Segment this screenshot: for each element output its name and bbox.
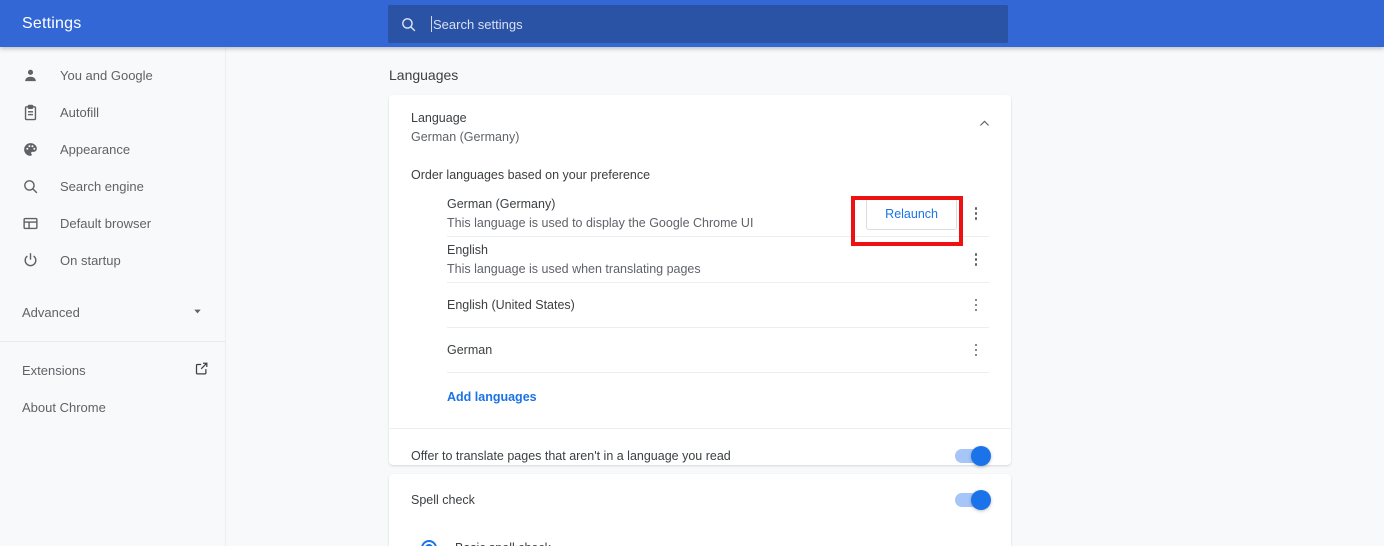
- sidebar-item-appearance[interactable]: Appearance: [0, 131, 225, 168]
- kebab-menu-icon[interactable]: [963, 335, 989, 365]
- sidebar-item-extensions[interactable]: Extensions: [0, 352, 225, 389]
- kebab-menu-icon[interactable]: [963, 199, 989, 229]
- table-row[interactable]: English (United States): [447, 283, 989, 328]
- search-settings-field[interactable]: Search settings: [388, 5, 1008, 43]
- language-description: This language is used to display the Goo…: [447, 216, 754, 230]
- chevron-down-icon: [192, 304, 203, 322]
- offer-translate-label: Offer to translate pages that aren't in …: [411, 448, 731, 463]
- language-row-texts: English (United States): [447, 292, 957, 318]
- sidebar-advanced-label: Advanced: [22, 305, 80, 320]
- language-name: German: [447, 343, 493, 357]
- toggle-knob: [971, 490, 991, 510]
- kebab-menu-icon[interactable]: [963, 290, 989, 320]
- palette-icon: [22, 141, 44, 158]
- sidebar-item-label: Extensions: [22, 363, 86, 378]
- sidebar-divider: [0, 341, 226, 342]
- browser-window-icon: [22, 215, 44, 232]
- sidebar-item-autofill[interactable]: Autofill: [0, 94, 225, 131]
- sidebar-item-advanced[interactable]: Advanced: [0, 294, 225, 331]
- search-icon: [400, 16, 417, 33]
- sidebar-item-default-browser[interactable]: Default browser: [0, 205, 225, 242]
- spell-check-toggle[interactable]: [955, 490, 991, 510]
- language-row-texts: German (Germany) This language is used t…: [447, 191, 866, 236]
- collapse-language-button[interactable]: [973, 115, 995, 137]
- basic-spell-check-label: Basic spell check: [455, 541, 551, 546]
- spell-check-label: Spell check: [411, 493, 475, 507]
- language-card-header: Language German (Germany): [389, 95, 1011, 144]
- top-app-bar: Settings Search settings: [0, 0, 1384, 47]
- settings-content-area: Languages Language German (Germany) Orde…: [226, 47, 1384, 546]
- sidebar-item-on-startup[interactable]: On startup: [0, 242, 225, 279]
- order-languages-label: Order languages based on your preference: [411, 168, 651, 182]
- search-placeholder: Search settings: [433, 16, 523, 32]
- table-row[interactable]: English This language is used when trans…: [447, 237, 989, 283]
- settings-sidebar: You and Google Autofill Appearance Searc…: [0, 47, 226, 546]
- language-row-actions: [957, 245, 989, 275]
- sidebar-item-you-and-google[interactable]: You and Google: [0, 57, 225, 94]
- sidebar-item-label: On startup: [60, 253, 121, 268]
- language-label: Language: [411, 111, 467, 125]
- sidebar-item-label: About Chrome: [22, 400, 106, 415]
- person-icon: [22, 67, 44, 84]
- table-row[interactable]: German (Germany) This language is used t…: [447, 191, 989, 237]
- language-row-texts: English This language is used when trans…: [447, 237, 957, 282]
- page-title: Languages: [389, 67, 459, 83]
- language-row-actions: [957, 335, 989, 365]
- spell-check-row[interactable]: Spell check: [389, 474, 1011, 526]
- language-value: German (Germany): [411, 130, 520, 144]
- app-title: Settings: [22, 14, 82, 32]
- power-icon: [22, 252, 44, 269]
- clipboard-icon: [22, 104, 44, 121]
- language-name: German (Germany): [447, 197, 556, 211]
- language-description: This language is used when translating p…: [447, 262, 701, 276]
- sidebar-nav-list: You and Google Autofill Appearance Searc…: [0, 47, 225, 279]
- language-row-actions: Relaunch: [866, 197, 989, 230]
- language-card: Language German (Germany) Order language…: [389, 95, 1011, 466]
- basic-spell-check-radio[interactable]: [421, 540, 437, 546]
- language-row-texts: German: [447, 337, 957, 363]
- basic-spell-check-row[interactable]: Basic spell check: [389, 526, 1011, 546]
- sidebar-item-search-engine[interactable]: Search engine: [0, 168, 225, 205]
- language-name: English: [447, 243, 488, 257]
- offer-translate-toggle[interactable]: [955, 445, 991, 466]
- sidebar-item-label: Search engine: [60, 179, 144, 194]
- language-name: English (United States): [447, 298, 575, 312]
- table-row[interactable]: German: [447, 328, 989, 373]
- text-cursor: [431, 16, 432, 32]
- magnifier-icon: [22, 178, 44, 195]
- sidebar-item-label: Autofill: [60, 105, 100, 120]
- chevron-up-icon: [978, 117, 991, 135]
- sidebar-item-label: Default browser: [60, 216, 152, 231]
- toggle-knob: [971, 445, 991, 466]
- sidebar-item-label: You and Google: [60, 68, 153, 83]
- language-row-actions: [957, 290, 989, 320]
- kebab-menu-icon[interactable]: [963, 245, 989, 275]
- relaunch-button[interactable]: Relaunch: [866, 197, 957, 230]
- external-link-icon: [194, 361, 209, 381]
- language-list: German (Germany) This language is used t…: [447, 191, 989, 373]
- add-languages-link[interactable]: Add languages: [447, 390, 537, 404]
- spell-check-card: Spell check Basic spell check: [389, 474, 1011, 546]
- sidebar-item-label: Appearance: [60, 142, 131, 157]
- sidebar-item-about-chrome[interactable]: About Chrome: [0, 389, 225, 426]
